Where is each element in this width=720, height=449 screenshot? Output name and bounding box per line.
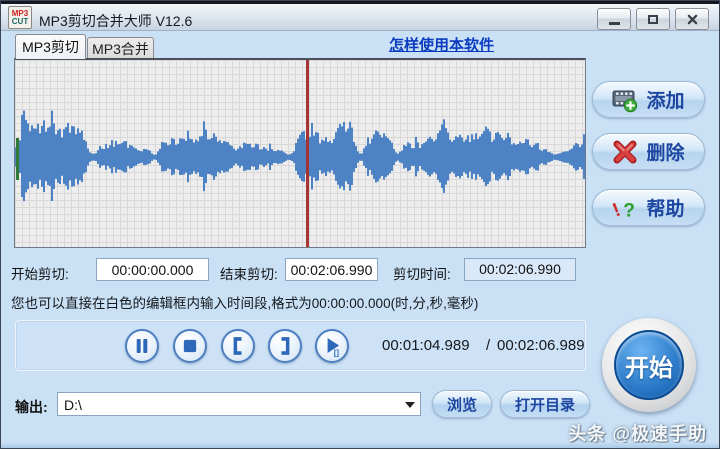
start-button-face: 开始 xyxy=(614,330,684,400)
bracket-right-icon xyxy=(281,337,290,355)
minimize-icon xyxy=(608,22,620,25)
help-button[interactable]: ! ? 帮助 xyxy=(592,189,705,226)
bracket-left-icon xyxy=(233,337,242,355)
tab-mp3-merge[interactable]: MP3合并 xyxy=(87,37,154,59)
set-start-bracket-button[interactable] xyxy=(221,329,255,363)
end-time-input[interactable] xyxy=(285,258,378,281)
add-media-icon xyxy=(612,90,638,112)
output-path-select[interactable]: D:\ xyxy=(57,392,421,416)
start-marker[interactable] xyxy=(16,138,19,180)
svg-text:!: ! xyxy=(612,198,624,220)
chevron-down-icon xyxy=(405,402,415,408)
play-selection-icon: [] xyxy=(327,338,340,358)
add-button[interactable]: 添加 xyxy=(592,81,705,118)
playback-separator: / xyxy=(486,337,491,354)
playback-cursor[interactable] xyxy=(305,60,309,247)
close-icon xyxy=(687,14,697,24)
open-directory-button[interactable]: 打开目录 xyxy=(500,390,590,418)
playback-position: 00:01:04.989 xyxy=(382,337,470,354)
playback-panel: [] 00:01:04.989 / 00:02:06.989 xyxy=(15,320,586,371)
pause-icon xyxy=(136,338,148,354)
window-title: MP3剪切合并大师 V12.6 xyxy=(39,13,193,29)
help-button-label: 帮助 xyxy=(646,199,685,220)
maximize-icon xyxy=(648,14,658,24)
time-format-hint: 您也可以直接在白色的编辑框内输入时间段,格式为00:00:00.000(时,分,… xyxy=(11,296,479,311)
waveform-display[interactable] xyxy=(14,58,586,248)
cut-duration-value: 00:02:06.990 xyxy=(464,258,576,281)
delete-button[interactable]: 删除 xyxy=(592,133,705,170)
app-logo-icon: MP3 CUT xyxy=(8,6,32,29)
add-button-label: 添加 xyxy=(646,91,685,112)
start-button[interactable]: 开始 xyxy=(602,318,696,412)
close-button[interactable] xyxy=(675,8,709,30)
tab-mp3-cut[interactable]: MP3剪切 xyxy=(15,34,86,59)
titlebar: MP3 CUT MP3剪切合并大师 V12.6 xyxy=(1,1,719,31)
pause-button[interactable] xyxy=(125,329,159,363)
app-logo-bottom-text: CUT xyxy=(11,16,29,26)
svg-text:[]: [] xyxy=(334,349,340,358)
start-button-label: 开始 xyxy=(625,354,673,382)
app-window: MP3 CUT MP3剪切合并大师 V12.6 MP3剪切 MP3合并 怎样使用… xyxy=(0,0,720,449)
start-cut-label: 开始剪切: xyxy=(11,267,69,282)
start-time-input[interactable] xyxy=(96,258,209,281)
output-path-value: D:\ xyxy=(64,397,82,413)
minimize-button[interactable] xyxy=(597,8,631,30)
stop-icon xyxy=(183,339,197,353)
end-cut-label: 结束剪切: xyxy=(220,267,278,282)
window-bottom-edge xyxy=(1,443,719,448)
cut-duration-label: 剪切时间: xyxy=(393,267,451,282)
window-controls xyxy=(597,8,709,30)
set-end-bracket-button[interactable] xyxy=(268,329,302,363)
svg-text:?: ? xyxy=(624,199,636,221)
browse-button[interactable]: 浏览 xyxy=(432,390,492,418)
help-icon: ! ? xyxy=(612,198,636,221)
help-link[interactable]: 怎样使用本软件 xyxy=(389,34,494,55)
output-label: 输出: xyxy=(15,399,48,415)
delete-icon xyxy=(613,140,637,163)
waveform-graphic xyxy=(15,110,585,202)
play-selection-button[interactable]: [] xyxy=(315,329,349,363)
maximize-button[interactable] xyxy=(636,8,670,30)
delete-button-label: 删除 xyxy=(646,143,685,164)
playback-total: 00:02:06.989 xyxy=(497,337,585,354)
stop-button[interactable] xyxy=(173,329,207,363)
